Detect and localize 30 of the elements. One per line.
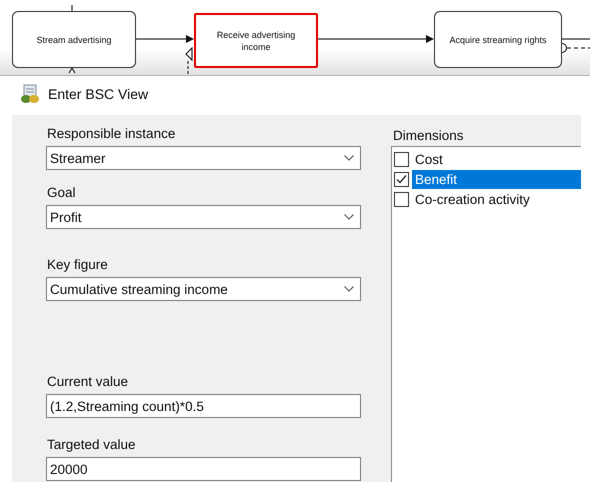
process-node[interactable]: Acquire streaming rights	[434, 11, 562, 68]
arrowhead-icon	[68, 67, 76, 74]
list-item[interactable]: Co-creation activity	[412, 190, 581, 208]
window-title: Enter BSC View	[48, 86, 148, 102]
sequence-arrow	[136, 35, 194, 43]
process-node[interactable]: Receive advertising income	[194, 13, 318, 68]
chevron-down-icon	[344, 155, 354, 161]
message-flow-drawing	[185, 46, 192, 75]
sequence-line	[562, 38, 590, 40]
dropdown[interactable]: Profit	[46, 205, 361, 229]
dropdown[interactable]: Streamer	[46, 146, 361, 170]
field-label: Current value	[47, 373, 130, 391]
checkbox[interactable]	[394, 152, 409, 166]
dimensions-list[interactable]: Cost Benefit Co-creation activity	[391, 146, 581, 482]
list-item[interactable]: Benefit	[412, 170, 581, 188]
app-icon	[20, 84, 40, 104]
dropdown[interactable]: Cumulative streaming income	[46, 277, 361, 301]
input-field[interactable]: 20000	[46, 457, 361, 481]
field-label: Key figure	[47, 256, 109, 274]
field-label: Goal	[47, 184, 77, 202]
dimensions-label: Dimensions	[393, 127, 465, 145]
field-label: Responsible instance	[47, 125, 176, 143]
process-node[interactable]: Stream advertising	[12, 11, 136, 68]
field-label: Targeted value	[47, 436, 137, 454]
checkbox[interactable]	[394, 192, 409, 206]
chevron-down-icon	[344, 214, 354, 220]
input-field[interactable]: (1.2,Streaming count)*0.5	[46, 394, 361, 418]
chevron-down-icon	[344, 286, 354, 292]
list-item[interactable]: Cost	[412, 150, 581, 168]
checkbox[interactable]	[394, 172, 409, 186]
